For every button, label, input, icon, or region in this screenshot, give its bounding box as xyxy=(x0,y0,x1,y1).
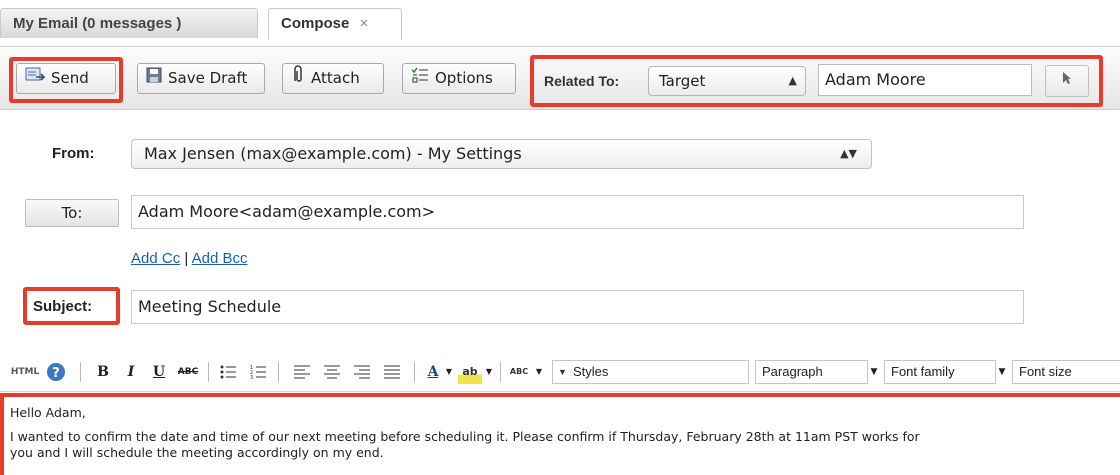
underline-button[interactable]: U xyxy=(148,360,170,384)
strikethrough-button[interactable]: ABC xyxy=(174,360,202,384)
font-family-label: Font family xyxy=(891,364,955,379)
svg-text:3: 3 xyxy=(250,375,253,380)
save-icon xyxy=(146,64,162,93)
chevron-down-icon[interactable]: ▼ xyxy=(534,360,544,384)
add-bcc-link[interactable]: Add Bcc xyxy=(192,250,248,267)
close-icon[interactable]: × xyxy=(360,15,369,32)
chevron-down-icon: ▼ xyxy=(558,367,567,377)
bold-button[interactable]: B xyxy=(92,360,114,384)
subject-value: Meeting Schedule xyxy=(138,297,282,316)
related-type-select[interactable]: Target ▲ xyxy=(648,66,806,96)
chevron-down-icon[interactable]: ▼ xyxy=(444,360,454,384)
select-arrows-icon: ▲▼ xyxy=(840,147,857,160)
to-field[interactable]: Adam Moore<adam@example.com> xyxy=(131,195,1024,229)
attach-label: Attach xyxy=(311,69,360,87)
add-cc-link[interactable]: Add Cc xyxy=(131,250,180,267)
toolbar-divider xyxy=(278,362,279,382)
from-select[interactable]: Max Jensen (max@example.com) - My Settin… xyxy=(131,139,872,169)
save-draft-button[interactable]: Save Draft xyxy=(137,63,265,94)
font-family-dropdown[interactable]: Font family xyxy=(884,360,996,384)
options-icon xyxy=(411,64,429,93)
send-button[interactable]: Send xyxy=(16,63,116,94)
related-name-input[interactable]: Adam Moore xyxy=(818,64,1032,96)
paragraph-dropdown[interactable]: Paragraph xyxy=(755,360,868,384)
attach-icon xyxy=(291,64,305,93)
chevron-down-icon[interactable]: ▼ xyxy=(484,360,494,384)
body-line-2: you and I will schedule the meeting acco… xyxy=(10,445,384,460)
select-arrows-icon: ▲ xyxy=(788,74,797,87)
html-button[interactable]: HTML xyxy=(10,360,40,384)
text-color-icon[interactable]: A xyxy=(422,360,444,384)
options-button[interactable]: Options xyxy=(402,63,516,94)
email-body-editor[interactable]: Hello Adam, I wanted to confirm the date… xyxy=(0,393,1120,475)
tab-compose[interactable]: Compose × xyxy=(268,8,402,40)
cc-bcc-separator: | xyxy=(184,250,189,267)
styles-dropdown[interactable]: ▼ Styles xyxy=(552,360,749,384)
toolbar-divider xyxy=(414,362,415,382)
related-type-value: Target xyxy=(659,72,706,90)
help-icon[interactable]: ? xyxy=(44,360,68,384)
italic-button[interactable]: I xyxy=(120,360,142,384)
font-size-dropdown[interactable]: Font size xyxy=(1012,360,1120,384)
options-label: Options xyxy=(435,69,493,87)
spellcheck-label: ABC xyxy=(509,367,529,376)
toolbar-divider xyxy=(80,362,81,382)
save-draft-label: Save Draft xyxy=(168,69,248,87)
tab-my-email-label: My Email (0 messages ) xyxy=(13,15,182,32)
font-size-label: Font size xyxy=(1019,364,1072,379)
styles-label: Styles xyxy=(573,364,609,379)
related-to-label: Related To: xyxy=(544,73,620,89)
align-center-icon[interactable] xyxy=(320,360,344,384)
subject-label: Subject: xyxy=(33,298,93,315)
subject-field[interactable]: Meeting Schedule xyxy=(131,290,1024,324)
tab-compose-label: Compose xyxy=(281,15,350,32)
arrow-cursor-icon xyxy=(1062,72,1072,88)
attach-button[interactable]: Attach xyxy=(282,63,384,94)
paragraph-label: Paragraph xyxy=(762,364,823,379)
to-button[interactable]: To: xyxy=(25,199,119,227)
align-right-icon[interactable] xyxy=(350,360,374,384)
align-left-icon[interactable] xyxy=(290,360,314,384)
toolbar-divider xyxy=(500,362,501,382)
editor-toolbar: HTML ? B I U ABC 123 A ▼ ab ▼ ABC ▼ ▼ St… xyxy=(0,352,1120,392)
to-label: To: xyxy=(61,204,83,222)
cc-bcc-links: Add Cc | Add Bcc xyxy=(131,250,248,267)
from-value: Max Jensen (max@example.com) - My Settin… xyxy=(144,144,522,163)
body-line-1: I wanted to confirm the date and time of… xyxy=(10,429,920,444)
from-label: From: xyxy=(52,145,95,162)
chevron-down-icon[interactable]: ▼ xyxy=(868,360,880,384)
numbered-list-icon[interactable]: 123 xyxy=(246,360,270,384)
tab-my-email[interactable]: My Email (0 messages ) xyxy=(0,8,258,38)
highlight-color-icon[interactable]: ab xyxy=(458,360,482,384)
tab-bar: My Email (0 messages ) Compose × xyxy=(0,0,1120,46)
toolbar-divider xyxy=(208,362,209,382)
related-name-value: Adam Moore xyxy=(825,70,926,89)
align-justify-icon[interactable] xyxy=(380,360,404,384)
related-select-button[interactable] xyxy=(1045,65,1089,97)
body-greeting: Hello Adam, xyxy=(10,405,86,420)
bullet-list-icon[interactable] xyxy=(216,360,240,384)
svg-text:?: ? xyxy=(52,366,60,381)
chevron-down-icon[interactable]: ▼ xyxy=(996,360,1008,384)
spellcheck-icon[interactable]: ABC xyxy=(506,360,532,384)
send-icon xyxy=(25,64,46,93)
send-label: Send xyxy=(51,69,89,87)
to-value: Adam Moore<adam@example.com> xyxy=(138,202,436,221)
